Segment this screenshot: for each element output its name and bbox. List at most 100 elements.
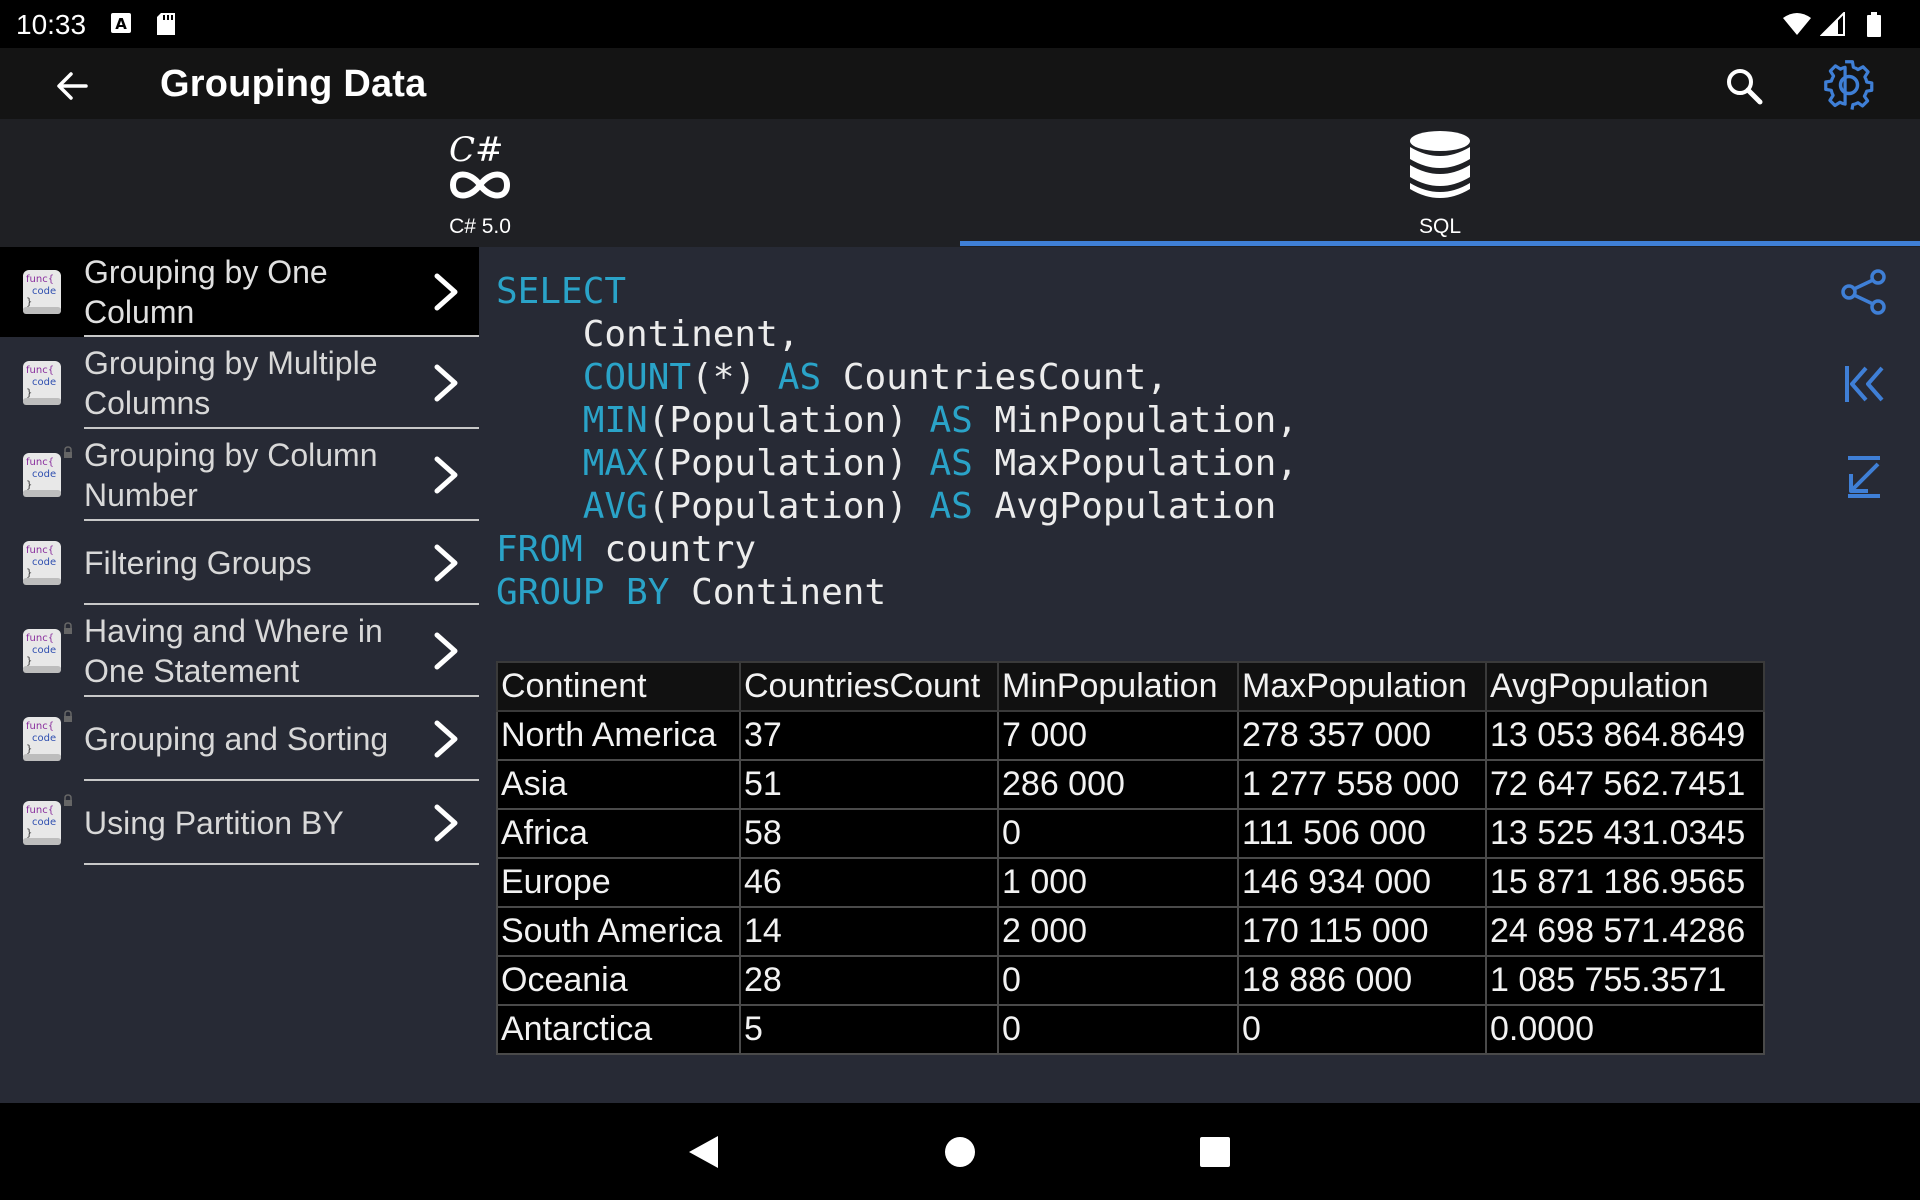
nav-home-button[interactable] xyxy=(935,1127,985,1177)
table-row: Asia 51 286 000 1 277 558 000 72 647 562.745… xyxy=(496,759,1765,810)
sd-card-icon xyxy=(156,12,176,41)
svg-text:}: } xyxy=(26,297,32,308)
code-line: COUNT(*) AS CountriesCount, xyxy=(496,356,1298,399)
table-cell: Africa xyxy=(496,808,741,859)
svg-text:}: } xyxy=(26,568,32,579)
svg-text:code: code xyxy=(32,817,56,828)
settings-button[interactable] xyxy=(1820,56,1878,114)
code-line: MIN(Population) AS MinPopulation, xyxy=(496,399,1298,442)
table-cell: 46 xyxy=(739,857,999,908)
font-notification-icon: A xyxy=(110,12,132,39)
sidebar-item-label: Filtering Groups xyxy=(84,545,312,581)
sidebar-item[interactable]: func{code} Grouping by Column Number xyxy=(0,429,479,521)
sql-code-block: SELECT Continent, COUNT(*) AS CountriesC… xyxy=(496,270,1298,614)
column-header: AvgPopulation xyxy=(1485,661,1765,712)
code-snippet-icon: func{code} xyxy=(22,452,62,498)
status-bar: 10:33 A xyxy=(0,0,1920,48)
code-keyword: COUNT xyxy=(582,357,692,398)
tab-sql[interactable]: SQL xyxy=(960,119,1920,247)
back-button[interactable] xyxy=(46,60,98,112)
svg-text:}: } xyxy=(26,828,32,839)
sidebar: func{code} Grouping by One Column func{cod… xyxy=(0,247,479,1103)
svg-text:func{: func{ xyxy=(26,365,54,376)
back-arrow-icon xyxy=(57,72,88,100)
code-keyword: SELECT xyxy=(496,271,627,312)
search-button[interactable] xyxy=(1718,60,1770,112)
code-snippet-icon: func{code} xyxy=(22,628,62,674)
svg-text:}: } xyxy=(26,388,32,399)
share-button[interactable] xyxy=(1836,264,1892,320)
column-header: MaxPopulation xyxy=(1237,661,1487,712)
sidebar-item[interactable]: func{code} Using Partition BY xyxy=(0,781,479,865)
table-cell: 0 xyxy=(997,1004,1239,1055)
table-cell: 13 053 864.8649 xyxy=(1485,710,1765,761)
code-keyword: MAX xyxy=(582,443,648,484)
tab-csharp[interactable]: C# C# 5.0 xyxy=(0,119,960,247)
page-title: Grouping Data xyxy=(160,63,427,105)
share-icon xyxy=(1841,269,1886,315)
table-cell: 146 934 000 xyxy=(1237,857,1487,908)
table-cell: 37 xyxy=(739,710,999,761)
table-cell: 18 886 000 xyxy=(1237,955,1487,1006)
table-cell: 7 000 xyxy=(997,710,1239,761)
table-row: Antarctica 5 0 0 0.0000 xyxy=(496,1004,1765,1055)
table-cell: 0 xyxy=(997,808,1239,859)
table-cell: Antarctica xyxy=(496,1004,741,1055)
code-text: country xyxy=(582,529,757,570)
jump-to-start-button[interactable] xyxy=(1836,356,1892,412)
svg-text:func{: func{ xyxy=(26,545,54,556)
code-text: MinPopulation, xyxy=(972,400,1298,441)
code-line: AVG(Population) AS AvgPopulation xyxy=(496,485,1298,528)
svg-text:}: } xyxy=(26,656,32,667)
sidebar-item[interactable]: func{code} Grouping by Multiple Columns xyxy=(0,337,479,429)
chevron-right-icon xyxy=(431,801,461,845)
code-line: GROUP BY Continent xyxy=(496,571,1298,614)
chevron-right-icon xyxy=(431,361,461,405)
table-cell: 1 000 xyxy=(997,857,1239,908)
column-header: CountriesCount xyxy=(739,661,999,712)
sidebar-item[interactable]: func{code} Filtering Groups xyxy=(0,521,479,605)
battery-icon xyxy=(1866,12,1882,43)
svg-text:code: code xyxy=(32,377,56,388)
chevron-right-icon xyxy=(431,717,461,761)
database-icon xyxy=(1407,127,1473,203)
chevron-right-icon xyxy=(431,453,461,497)
table-cell: 278 357 000 xyxy=(1237,710,1487,761)
sidebar-item-label: Having and Where in One Statement xyxy=(84,613,383,689)
search-icon xyxy=(1727,69,1763,105)
sidebar-item-label: Grouping by Multiple Columns xyxy=(84,345,378,421)
table-cell: 14 xyxy=(739,906,999,957)
sidebar-item-label: Using Partition BY xyxy=(84,805,344,841)
table-cell: South America xyxy=(496,906,741,957)
sidebar-item[interactable]: func{code} Having and Where in One Statem… xyxy=(0,605,479,697)
code-keyword: MIN xyxy=(582,400,648,441)
tab-indicator xyxy=(960,241,1920,246)
tab-bar: C# C# 5.0 SQL xyxy=(0,119,1920,247)
chevron-right-icon xyxy=(431,541,461,585)
status-time: 10:33 xyxy=(16,9,87,40)
sidebar-item[interactable]: func{code} Grouping and Sorting xyxy=(0,697,479,781)
collapse-button[interactable] xyxy=(1836,448,1892,504)
table-row: Europe 46 1 000 146 934 000 15 871 186.9565 xyxy=(496,857,1765,908)
code-snippet-icon: func{code} xyxy=(22,716,62,762)
sidebar-item[interactable]: func{code} Grouping by One Column xyxy=(0,247,479,337)
svg-text:code: code xyxy=(32,286,56,297)
nav-back-button[interactable] xyxy=(678,1127,728,1177)
code-text: CountriesCount, xyxy=(821,357,1168,398)
table-cell: 13 525 431.0345 xyxy=(1485,808,1765,859)
nav-recents-button[interactable] xyxy=(1190,1127,1240,1177)
code-text: (Population) xyxy=(647,400,930,441)
table-cell: 51 xyxy=(739,759,999,810)
code-line: SELECT xyxy=(496,270,1298,313)
svg-text:func{: func{ xyxy=(26,274,54,285)
table-cell: 1 277 558 000 xyxy=(1237,759,1487,810)
nav-recents-icon xyxy=(1200,1137,1230,1167)
jump-to-start-icon xyxy=(1845,366,1884,402)
table-cell: 2 000 xyxy=(997,906,1239,957)
column-header: MinPopulation xyxy=(997,661,1239,712)
table-row: Africa 58 0 111 506 000 13 525 431.0345 xyxy=(496,808,1765,859)
signal-icon xyxy=(1819,10,1846,41)
table-cell: Europe xyxy=(496,857,741,908)
